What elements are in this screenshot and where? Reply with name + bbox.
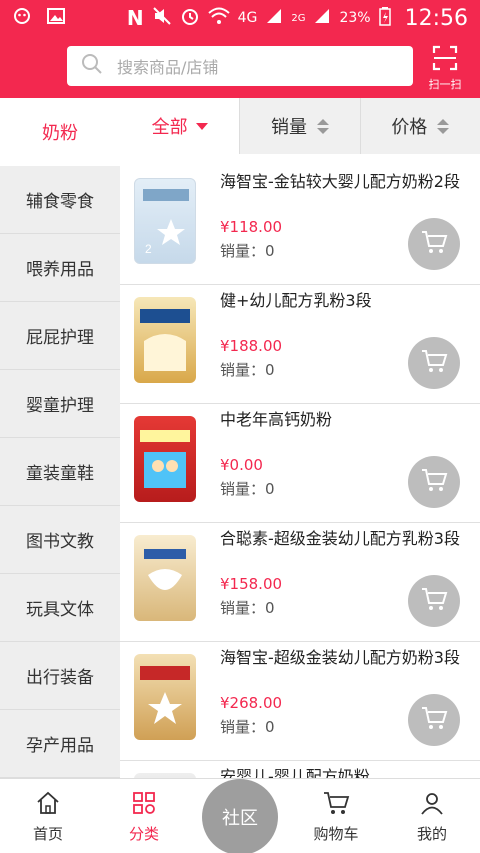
filter-all-label: 全部: [151, 117, 188, 138]
cart-icon: [420, 466, 448, 498]
cart-icon: [420, 347, 448, 379]
nav-home-label: 首页: [32, 825, 63, 843]
sidebar-item-travel[interactable]: 出行装备: [0, 642, 120, 710]
svg-text:2: 2: [145, 242, 152, 256]
product-name: 健+幼儿配方乳粉3段: [220, 291, 372, 310]
sidebar-item-snacks[interactable]: 辅食零食: [0, 166, 120, 234]
nav-mine-label: 我的: [416, 825, 447, 843]
wifi-icon: [207, 6, 230, 30]
sidebar-item-diaper-care[interactable]: 屁屁护理: [0, 302, 120, 370]
list-item[interactable]: 中老年高钙奶粉 ¥0.00 销量：0: [120, 404, 480, 523]
user-icon: [418, 789, 446, 823]
cart-icon: [420, 228, 448, 260]
sidebar-item-baby-care[interactable]: 婴童护理: [0, 370, 120, 438]
home-icon: [34, 789, 62, 823]
nav-home[interactable]: 首页: [0, 779, 96, 853]
product-name: 中老年高钙奶粉: [220, 410, 333, 429]
product-name: 海智宝-金钻较大婴儿配方奶粉2段: [220, 172, 460, 191]
product-price: ¥118.00: [220, 218, 283, 236]
caret-down-icon: [195, 122, 208, 130]
nav-cart[interactable]: 购物车: [288, 779, 384, 853]
product-sales: 销量：0: [220, 242, 275, 260]
add-to-cart-button[interactable]: [408, 337, 460, 389]
community-button[interactable]: 社区: [202, 779, 278, 853]
list-item[interactable]: 海智宝-超级金装幼儿配方奶粉3段 ¥268.00 销量：0: [120, 642, 480, 761]
product-price: ¥188.00: [220, 337, 283, 355]
mute-icon: [152, 6, 172, 30]
search-input[interactable]: 搜索商品/店铺: [67, 46, 413, 86]
add-to-cart-button[interactable]: [408, 456, 460, 508]
bottom-nav: 首页 分类 购物车 我的 社区: [0, 778, 480, 853]
network-label: 4G: [237, 10, 258, 26]
status-bar: N 4G 2G 23% 12:56: [0, 0, 480, 36]
filter-all[interactable]: 全部: [120, 98, 240, 154]
product-sales: 销量：0: [220, 599, 275, 617]
cart-icon: [420, 585, 448, 617]
add-to-cart-button[interactable]: [408, 218, 460, 270]
nav-category[interactable]: 分类: [96, 779, 192, 853]
product-list: 2 海智宝-金钻较大婴儿配方奶粉2段 ¥118.00 销量：0 健+幼儿配方乳粉…: [120, 166, 480, 778]
cart-icon: [420, 704, 448, 736]
sidebar-item-clothing[interactable]: 童装童鞋: [0, 438, 120, 506]
product-name: 合聪素-超级金装幼儿配方乳粉3段: [220, 529, 460, 548]
filter-sales[interactable]: 销量: [239, 98, 360, 154]
filter-bar: 全部 销量 价格: [120, 98, 480, 154]
list-item[interactable]: 健+幼儿配方乳粉3段 ¥188.00 销量：0: [120, 285, 480, 404]
product-sales: 销量：0: [220, 480, 275, 498]
filter-sales-label: 销量: [270, 117, 307, 138]
product-sales: 销量：0: [220, 361, 275, 379]
sidebar-item-maternity[interactable]: 孕产用品: [0, 710, 120, 778]
signal-icon: [265, 7, 283, 29]
add-to-cart-button[interactable]: [408, 694, 460, 746]
notification-icon: [12, 6, 32, 31]
alarm-icon: [180, 6, 200, 30]
product-image: [134, 654, 196, 740]
sort-icon: [316, 118, 329, 134]
nav-mine[interactable]: 我的: [384, 779, 480, 853]
clock: 12:56: [404, 5, 468, 31]
scan-icon: [431, 45, 459, 76]
sidebar-item-feeding[interactable]: 喂养用品: [0, 234, 120, 302]
product-price: ¥158.00: [220, 575, 283, 593]
gallery-icon: [46, 6, 66, 31]
category-icon: [130, 789, 158, 823]
network2-label: 2G: [291, 12, 306, 24]
product-sales: 销量：0: [220, 718, 275, 736]
filter-price-label: 价格: [391, 117, 428, 138]
cart-icon: [322, 789, 350, 823]
battery-percent: 23%: [339, 10, 371, 26]
product-name: 安婴儿-婴儿配方奶粉: [220, 767, 370, 778]
sort-icon: [437, 118, 450, 134]
list-item[interactable]: 安婴儿-婴儿配方奶粉: [120, 761, 480, 778]
add-to-cart-button[interactable]: [408, 575, 460, 627]
product-image: [134, 297, 196, 383]
product-name: 海智宝-超级金装幼儿配方奶粉3段: [220, 648, 460, 667]
signal2-icon: [313, 7, 331, 29]
list-item[interactable]: 2 海智宝-金钻较大婴儿配方奶粉2段 ¥118.00 销量：0: [120, 166, 480, 285]
search-placeholder: 搜索商品/店铺: [117, 58, 219, 77]
category-tabs: 奶粉 全部 销量 价格: [0, 98, 480, 166]
nav-cart-label: 购物车: [313, 825, 359, 843]
product-price: ¥268.00: [220, 694, 283, 712]
current-category[interactable]: 奶粉: [0, 98, 120, 166]
header: 搜索商品/店铺 扫一扫: [0, 36, 480, 98]
sidebar-item-books[interactable]: 图书文教: [0, 506, 120, 574]
list-item[interactable]: 合聪素-超级金装幼儿配方乳粉3段 ¥158.00 销量：0: [120, 523, 480, 642]
product-image: [134, 535, 196, 621]
scan-button[interactable]: 扫一扫: [420, 42, 470, 92]
filter-price[interactable]: 价格: [359, 98, 480, 154]
product-image: [134, 416, 196, 502]
sidebar-item-toys[interactable]: 玩具文体: [0, 574, 120, 642]
battery-icon: [378, 6, 391, 30]
product-image: 2: [134, 178, 196, 264]
scan-label: 扫一扫: [428, 78, 462, 91]
search-icon: [81, 53, 103, 79]
nfc-icon: N: [126, 6, 144, 30]
product-price: ¥0.00: [220, 456, 263, 474]
sidebar: 辅食零食 喂养用品 屁屁护理 婴童护理 童装童鞋 图书文教 玩具文体 出行装备 …: [0, 166, 120, 778]
nav-category-label: 分类: [128, 825, 159, 843]
